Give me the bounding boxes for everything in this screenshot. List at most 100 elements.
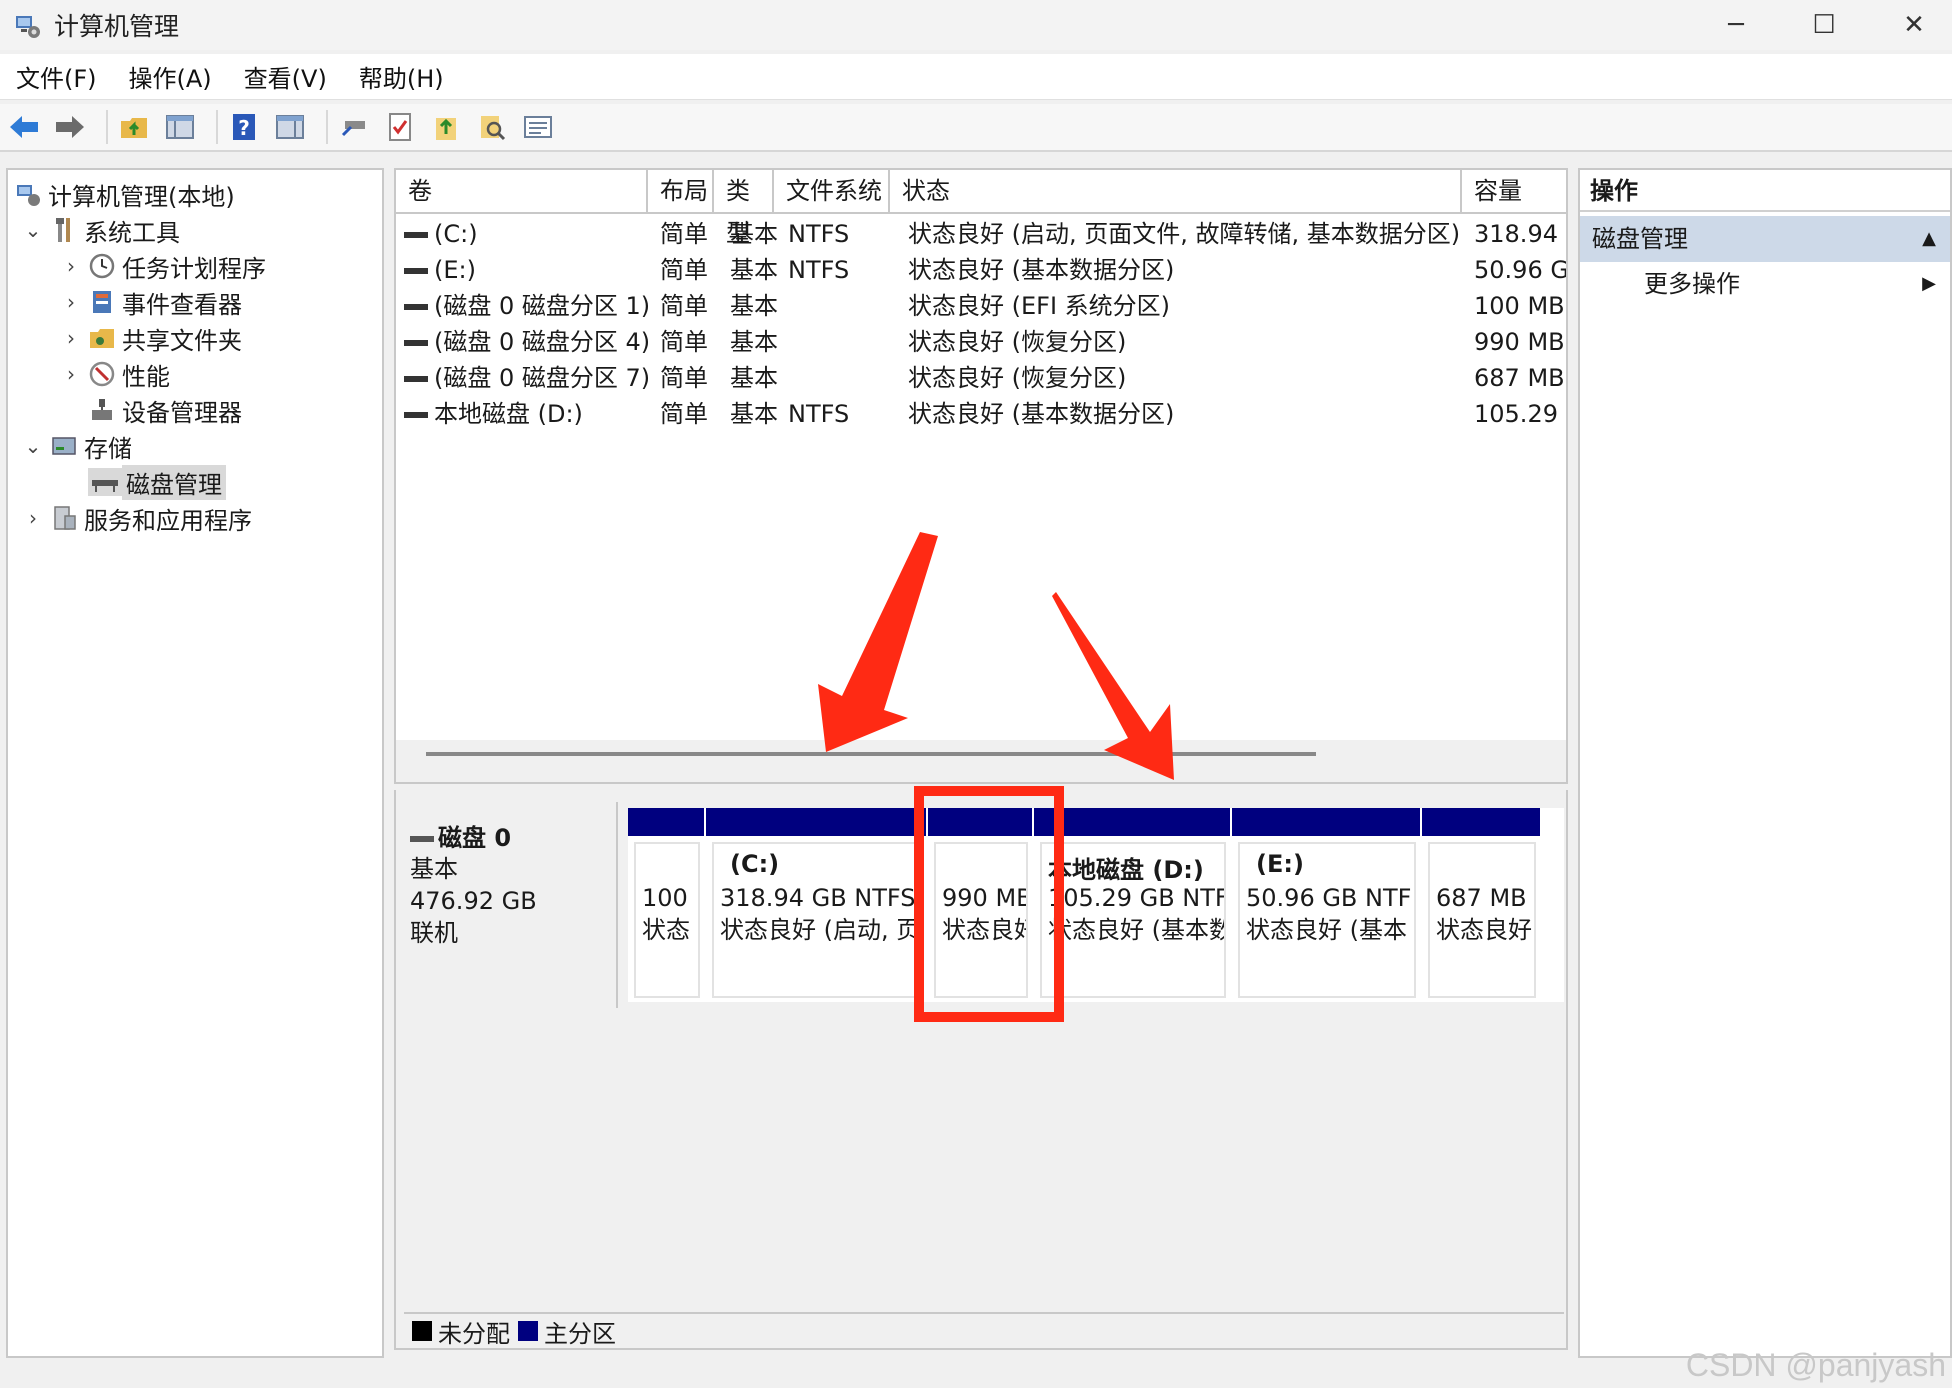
chevron-down-icon[interactable]: ⌄ bbox=[24, 434, 42, 458]
properties-list-icon[interactable] bbox=[520, 109, 556, 145]
tree-item-shared-folders[interactable]: › 共享文件夹 bbox=[62, 320, 242, 356]
show-hide-console-tree-icon[interactable] bbox=[162, 109, 198, 145]
more-actions-label: 更多操作 bbox=[1644, 270, 1740, 298]
table-row[interactable]: 本地磁盘 (D:) 简单 基本 NTFS 状态良好 (基本数据分区) 105.2… bbox=[396, 396, 1566, 432]
menu-help[interactable]: 帮助(H) bbox=[343, 59, 460, 94]
table-row[interactable]: (E:) 简单 基本 NTFS 状态良好 (基本数据分区) 50.96 G bbox=[396, 252, 1566, 288]
column-header-type[interactable]: 类型 bbox=[714, 170, 774, 247]
volume-status: 状态良好 (基本数据分区) bbox=[908, 256, 1175, 284]
export-list-icon[interactable] bbox=[428, 109, 464, 145]
computer-management-icon bbox=[14, 180, 42, 208]
window-title: 计算机管理 bbox=[54, 12, 180, 41]
chevron-right-icon[interactable]: › bbox=[62, 254, 80, 278]
chevron-down-icon[interactable]: ⌄ bbox=[24, 218, 42, 242]
tree-item-storage[interactable]: ⌄ 存储 bbox=[24, 428, 132, 464]
tree-label: 存储 bbox=[84, 434, 132, 463]
table-row[interactable]: (磁盘 0 磁盘分区 7) 简单 基本 状态良好 (恢复分区) 687 MB bbox=[396, 360, 1566, 396]
partition-name: (C:) bbox=[730, 850, 780, 878]
volume-layout: 简单 bbox=[660, 292, 708, 320]
disk-size: 476.92 GB bbox=[410, 887, 537, 915]
column-header-filesystem[interactable]: 文件系统 bbox=[774, 170, 890, 212]
table-row[interactable]: (磁盘 0 磁盘分区 4) 简单 基本 状态良好 (恢复分区) 990 MB bbox=[396, 324, 1566, 360]
tree-label: 任务计划程序 bbox=[122, 254, 266, 283]
tree-item-performance[interactable]: › 性能 bbox=[62, 356, 170, 392]
actions-section-disk-management[interactable]: 磁盘管理 ▲ bbox=[1580, 216, 1950, 262]
volume-icon bbox=[404, 340, 428, 346]
toolbar-separator bbox=[216, 110, 218, 144]
tree-item-services-apps[interactable]: › 服务和应用程序 bbox=[24, 500, 252, 536]
partition-status: 状态良好 bbox=[1436, 916, 1532, 944]
performance-icon bbox=[88, 360, 116, 388]
tree-item-task-scheduler[interactable]: › 任务计划程序 bbox=[62, 248, 266, 284]
partition-status: 状态良好 (基本 bbox=[1246, 916, 1407, 944]
partition-body: 本地磁盘 (D:) 105.29 GB NTF 状态良好 (基本数 bbox=[1040, 842, 1226, 998]
disk-kind: 基本 bbox=[410, 855, 458, 883]
up-folder-icon[interactable] bbox=[116, 109, 152, 145]
partition-e[interactable]: (E:) 50.96 GB NTF 状态良好 (基本 bbox=[1232, 808, 1422, 1002]
tree-label: 事件查看器 bbox=[122, 290, 242, 319]
table-row[interactable]: (磁盘 0 磁盘分区 1) 简单 基本 状态良好 (EFI 系统分区) 100 … bbox=[396, 288, 1566, 324]
volume-capacity: 318.94 bbox=[1474, 220, 1558, 248]
partition-size: 100 bbox=[642, 884, 688, 912]
legend-primary: 主分区 bbox=[544, 1319, 616, 1348]
chevron-right-icon[interactable]: › bbox=[24, 506, 42, 530]
horizontal-scrollbar-thumb[interactable] bbox=[426, 752, 1316, 756]
partition-c[interactable]: (C:) 318.94 GB NTFS 状态良好 (启动, 页 bbox=[706, 808, 928, 1002]
chevron-right-icon[interactable]: › bbox=[62, 326, 80, 350]
partition-name: (E:) bbox=[1256, 850, 1304, 878]
volume-status: 状态良好 (恢复分区) bbox=[908, 364, 1127, 392]
chevron-right-icon[interactable]: › bbox=[62, 290, 80, 314]
volume-capacity: 105.29 bbox=[1474, 400, 1558, 428]
menu-view[interactable]: 查看(V) bbox=[228, 59, 343, 94]
primary-partition-swatch bbox=[518, 1321, 538, 1341]
show-hide-action-pane-icon[interactable] bbox=[272, 109, 308, 145]
back-arrow-icon[interactable] bbox=[6, 109, 42, 145]
tree-item-device-manager[interactable]: 设备管理器 bbox=[80, 392, 242, 428]
partition-status: 状态良好 (基本数 bbox=[1048, 916, 1226, 944]
volume-layout: 简单 bbox=[660, 400, 708, 428]
maximize-button[interactable]: ☐ bbox=[1778, 0, 1870, 50]
partition-efi[interactable]: 100 状态 bbox=[628, 808, 706, 1002]
close-button[interactable]: ✕ bbox=[1868, 0, 1952, 50]
volume-icon bbox=[404, 232, 428, 238]
minimize-button[interactable]: ─ bbox=[1690, 0, 1782, 50]
checklist-icon[interactable] bbox=[382, 109, 418, 145]
disk-0-label[interactable]: 磁盘 0 基本 476.92 GB 联机 bbox=[398, 802, 618, 1008]
actions-pane: 操作 磁盘管理 ▲ 更多操作 ▶ bbox=[1578, 168, 1952, 1358]
column-header-volume[interactable]: 卷 bbox=[396, 170, 648, 212]
partition-name: 本地磁盘 (D:) bbox=[1048, 856, 1204, 884]
horizontal-scrollbar-track[interactable] bbox=[396, 740, 1566, 782]
column-header-status[interactable]: 状态 bbox=[890, 170, 1462, 212]
volume-filesystem: NTFS bbox=[788, 220, 850, 248]
column-header-layout[interactable]: 布局 bbox=[648, 170, 714, 212]
tree-label: 计算机管理(本地) bbox=[48, 182, 235, 211]
clock-icon bbox=[88, 252, 116, 280]
tree-item-event-viewer[interactable]: › 事件查看器 bbox=[62, 284, 242, 320]
menu-action[interactable]: 操作(A) bbox=[113, 59, 228, 94]
tree-label: 设备管理器 bbox=[122, 398, 242, 427]
volume-capacity: 687 MB bbox=[1474, 364, 1565, 392]
tree-item-system-tools[interactable]: ⌄ 系统工具 bbox=[24, 212, 180, 248]
tree-item-disk-management[interactable]: 磁盘管理 bbox=[88, 464, 226, 500]
help-icon[interactable]: ? bbox=[226, 109, 262, 145]
forward-arrow-icon[interactable] bbox=[52, 109, 88, 145]
watermark: CSDN @panjyash bbox=[1685, 1347, 1946, 1383]
more-actions-item[interactable]: 更多操作 ▶ bbox=[1580, 262, 1950, 306]
chevron-right-icon[interactable]: › bbox=[62, 362, 80, 386]
toolbar: ? bbox=[0, 104, 1952, 152]
table-row[interactable]: (C:) 简单 基本 NTFS 状态良好 (启动, 页面文件, 故障转储, 基本… bbox=[396, 216, 1566, 252]
event-log-icon bbox=[88, 288, 116, 316]
search-disk-icon[interactable] bbox=[474, 109, 510, 145]
shared-folder-icon bbox=[88, 324, 116, 352]
column-header-capacity[interactable]: 容量 bbox=[1462, 170, 1566, 212]
collapse-up-icon[interactable]: ▲ bbox=[1922, 216, 1936, 262]
tree-item-computer-management[interactable]: 计算机管理(本地) bbox=[12, 176, 235, 212]
partition-recovery-7[interactable]: 687 MB 状态良好 bbox=[1422, 808, 1540, 1002]
connect-drive-icon[interactable] bbox=[336, 109, 372, 145]
volume-name: (E:) bbox=[434, 256, 476, 284]
volume-capacity: 990 MB bbox=[1474, 328, 1565, 356]
partition-strip: 100 状态 (C:) 318.94 GB NTFS 状态良好 (启动, 页 9… bbox=[628, 808, 1564, 1002]
volume-name: (磁盘 0 磁盘分区 4) bbox=[434, 328, 648, 356]
disk-icon bbox=[88, 468, 122, 496]
menu-file[interactable]: 文件(F) bbox=[0, 59, 113, 94]
